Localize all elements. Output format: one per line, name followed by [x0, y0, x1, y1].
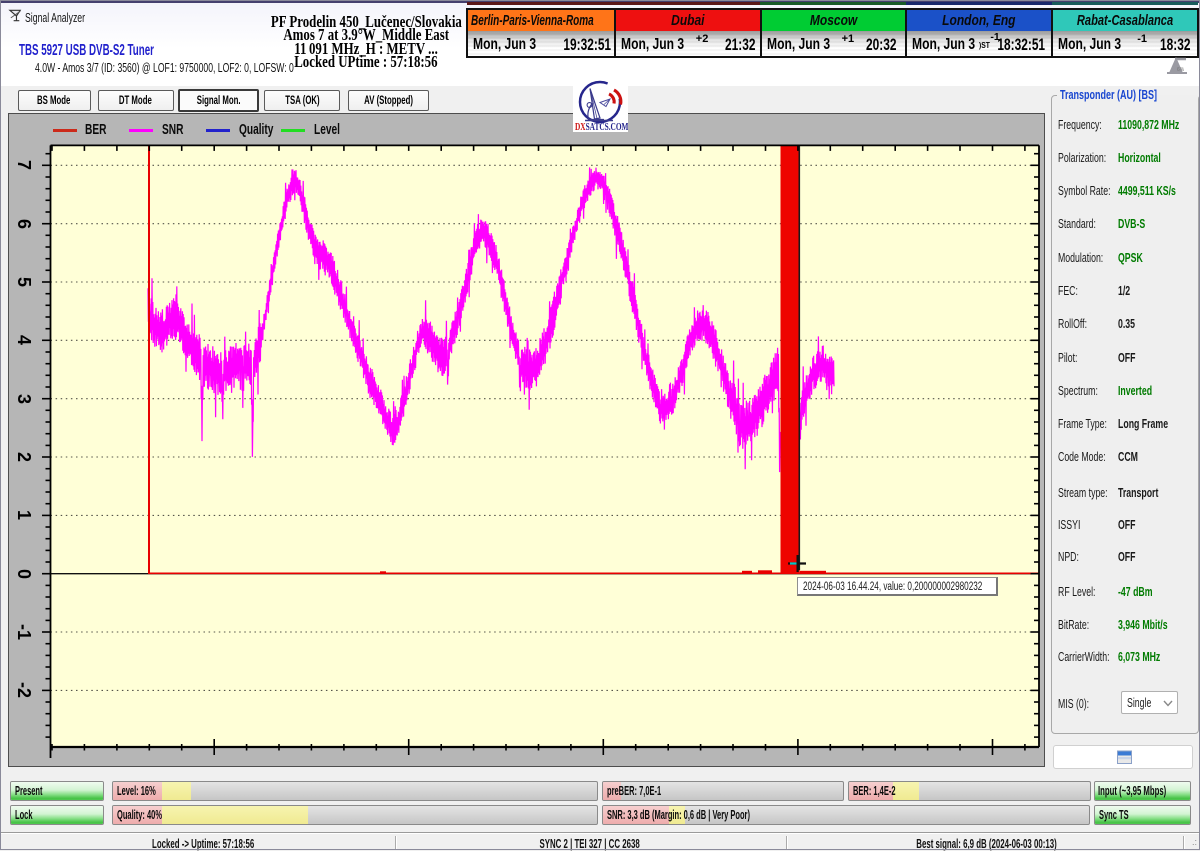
- svg-text:DXSATCS.COM: DXSATCS.COM: [575, 121, 628, 132]
